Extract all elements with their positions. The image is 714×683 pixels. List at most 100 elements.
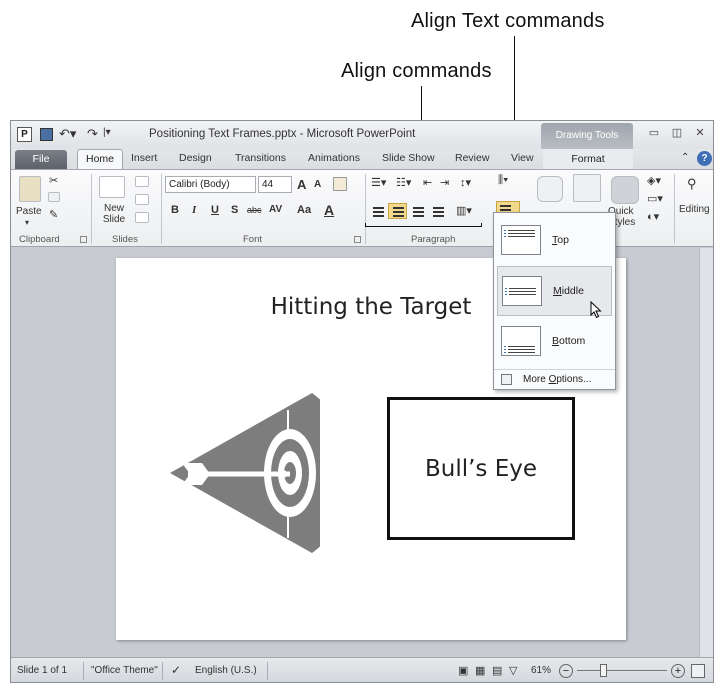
- align-left-icon: [373, 207, 384, 217]
- italic-button[interactable]: I: [192, 204, 196, 216]
- drawing-tools-label: Drawing Tools: [541, 123, 633, 149]
- paste-icon[interactable]: [19, 176, 41, 202]
- find-icon[interactable]: ⚲: [687, 176, 697, 192]
- bullets-icon[interactable]: ☰▾: [371, 176, 386, 189]
- redo-icon[interactable]: ↷: [87, 126, 98, 142]
- increase-indent-icon[interactable]: ⇥: [440, 176, 449, 189]
- paste-button[interactable]: Paste: [16, 206, 42, 217]
- numbering-icon[interactable]: ☷▾: [396, 176, 411, 189]
- close-icon[interactable]: ✕: [689, 125, 711, 141]
- undo-icon[interactable]: ↶▾: [59, 126, 76, 142]
- save-icon[interactable]: [40, 128, 53, 141]
- align-top-icon: [501, 225, 541, 255]
- slide-show-icon[interactable]: ▽: [509, 664, 517, 677]
- tab-file[interactable]: File: [15, 150, 67, 169]
- normal-view-icon[interactable]: ▣: [458, 664, 468, 677]
- grow-font-button[interactable]: A: [297, 177, 306, 192]
- strikethrough-button[interactable]: abc: [247, 205, 262, 215]
- change-case-button[interactable]: Aa: [297, 204, 311, 216]
- justify-icon: [433, 207, 444, 217]
- align-right-button[interactable]: [408, 203, 427, 219]
- new-slide-button[interactable]: New Slide: [97, 203, 131, 225]
- powerpoint-app-icon[interactable]: P: [17, 127, 32, 142]
- group-label-paragraph: Paragraph: [411, 234, 456, 245]
- zoom-slider-thumb[interactable]: [600, 664, 607, 677]
- align-center-icon: [393, 207, 404, 217]
- align-top-label: Top: [552, 234, 569, 246]
- help-icon[interactable]: ?: [697, 151, 712, 166]
- tab-view[interactable]: View: [511, 152, 534, 164]
- more-options-item[interactable]: More Options...: [494, 369, 615, 389]
- align-text-top-option[interactable]: Top: [497, 216, 612, 266]
- align-left-button[interactable]: [368, 203, 387, 219]
- status-divider: [162, 662, 163, 680]
- zoom-in-icon[interactable]: +: [671, 664, 685, 678]
- character-spacing-button[interactable]: AV: [269, 204, 282, 215]
- font-name-combo[interactable]: Calibri (Body): [165, 176, 256, 193]
- cut-icon[interactable]: ✂: [49, 174, 58, 187]
- line-spacing-icon[interactable]: ↕▾: [460, 176, 471, 189]
- decrease-indent-icon[interactable]: ⇤: [423, 176, 432, 189]
- minimize-ribbon-icon[interactable]: ⌃: [681, 152, 689, 163]
- justify-button[interactable]: [428, 203, 447, 219]
- spell-check-icon[interactable]: ✓: [171, 663, 181, 677]
- status-divider: [83, 662, 84, 680]
- new-slide-icon[interactable]: [99, 176, 125, 198]
- align-center-button[interactable]: [388, 203, 407, 219]
- tab-format[interactable]: Format: [543, 149, 633, 169]
- shape-fill-icon[interactable]: ◈▾: [647, 174, 661, 187]
- restore-icon[interactable]: ◫: [666, 125, 688, 141]
- tab-transitions[interactable]: Transitions: [235, 152, 286, 164]
- reset-icon[interactable]: [135, 194, 149, 205]
- more-options-label: More Options...: [523, 374, 592, 385]
- underline-button[interactable]: U: [211, 204, 219, 216]
- slide-sorter-icon[interactable]: ▦: [475, 664, 485, 677]
- target-graphic[interactable]: [160, 390, 320, 565]
- shrink-font-button[interactable]: A: [314, 179, 321, 190]
- group-divider: [91, 174, 92, 244]
- language[interactable]: English (U.S.): [195, 665, 257, 676]
- arrange-icon[interactable]: [573, 174, 601, 202]
- clipboard-launcher-icon[interactable]: [80, 236, 87, 243]
- tab-design[interactable]: Design: [179, 152, 212, 164]
- section-icon[interactable]: [135, 212, 149, 223]
- fit-to-window-icon[interactable]: [691, 664, 705, 678]
- status-bar: Slide 1 of 1 "Office Theme" ✓ English (U…: [11, 657, 713, 682]
- paste-dropdown-icon[interactable]: ▾: [25, 218, 29, 227]
- format-painter-icon[interactable]: ✎: [49, 208, 58, 221]
- font-color-button[interactable]: A: [324, 202, 334, 218]
- columns-icon[interactable]: ▥▾: [456, 204, 472, 217]
- tab-review[interactable]: Review: [455, 152, 489, 164]
- font-launcher-icon[interactable]: [354, 236, 361, 243]
- editing-button[interactable]: Editing: [679, 204, 710, 215]
- align-text-commands-callout: Align Text commands: [411, 10, 605, 32]
- tab-animations[interactable]: Animations: [308, 152, 360, 164]
- reading-view-icon[interactable]: ▤: [492, 664, 502, 677]
- tab-slide-show[interactable]: Slide Show: [382, 152, 435, 164]
- layout-icon[interactable]: [135, 176, 149, 187]
- zoom-level[interactable]: 61%: [531, 665, 551, 676]
- zoom-slider[interactable]: [577, 670, 667, 671]
- bulls-eye-text-box[interactable]: Bull’s Eye: [387, 397, 575, 540]
- zoom-out-icon[interactable]: −: [559, 664, 573, 678]
- tab-home[interactable]: Home: [77, 149, 123, 170]
- vertical-scrollbar[interactable]: [699, 248, 713, 657]
- copy-icon[interactable]: [48, 192, 60, 202]
- align-bottom-label: Bottom: [552, 335, 586, 347]
- minimize-icon[interactable]: ▭: [643, 125, 665, 141]
- align-text-middle-option[interactable]: Middle: [497, 266, 612, 319]
- align-middle-label: Middle: [553, 285, 584, 297]
- shape-effects-icon[interactable]: ◐▾: [647, 210, 659, 223]
- font-size-combo[interactable]: 44: [258, 176, 292, 193]
- shape-outline-icon[interactable]: ▭▾: [647, 192, 663, 205]
- quick-styles-icon[interactable]: [611, 176, 639, 204]
- shadow-button[interactable]: S: [231, 204, 238, 216]
- text-direction-icon[interactable]: ⫼▾: [498, 174, 508, 187]
- qat-customize-icon[interactable]: |▾: [103, 127, 111, 138]
- tab-insert[interactable]: Insert: [131, 152, 157, 164]
- clear-formatting-icon[interactable]: [333, 177, 347, 191]
- shapes-icon[interactable]: [537, 176, 563, 202]
- align-text-bottom-option[interactable]: Bottom: [497, 317, 612, 367]
- align-right-icon: [413, 207, 424, 217]
- bold-button[interactable]: B: [171, 204, 179, 216]
